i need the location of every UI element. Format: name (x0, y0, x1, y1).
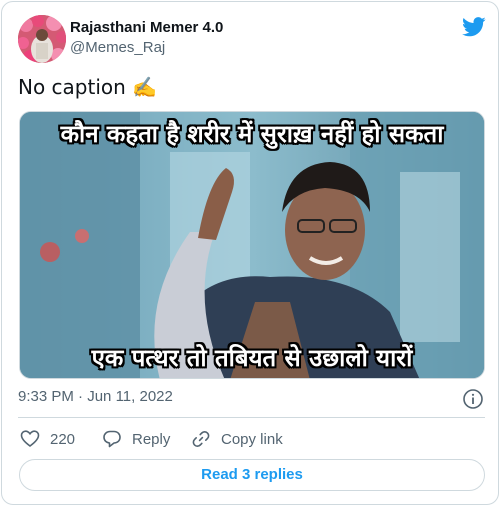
reply-bubble-icon (103, 430, 121, 448)
tweet-timestamp[interactable]: 9:33 PM · Jun 11, 2022 (18, 388, 173, 405)
like-button[interactable]: 220 (20, 428, 75, 450)
info-icon[interactable] (462, 388, 484, 410)
tweet-text: No caption ✍️ (18, 75, 158, 99)
meme-photo (20, 112, 484, 378)
reply-label: Reply (132, 430, 171, 448)
twitter-logo-icon[interactable] (462, 17, 486, 37)
tweet-card: Rajasthani Memer 4.0 @Memes_Raj No capti… (1, 1, 499, 505)
timestamp-separator: · (78, 388, 84, 405)
tweet-actions: 220 Reply Copy link (18, 428, 486, 450)
like-count: 220 (50, 430, 76, 448)
tweet-media-image[interactable]: कौन कहता है शरीर में सुराख़ नहीं हो सकता… (19, 111, 485, 379)
avatar-image (18, 15, 66, 63)
author-handle[interactable]: @Memes_Raj (70, 39, 165, 56)
reply-button[interactable]: Reply (102, 428, 170, 450)
tweet-date[interactable]: Jun 11, 2022 (87, 388, 173, 405)
meme-caption-top: कौन कहता है शरीर में सुराख़ नहीं हो सकता (60, 120, 444, 148)
heart-icon (20, 430, 40, 447)
meme-caption-bottom: एक पत्थर तो तबियत से उछालो यारों (91, 344, 413, 372)
author-display-name[interactable]: Rajasthani Memer 4.0 (70, 19, 223, 36)
avatar[interactable] (18, 15, 66, 63)
copy-link-button[interactable]: Copy link (191, 428, 283, 450)
tweet-time[interactable]: 9:33 PM (18, 388, 74, 405)
read-replies-button[interactable]: Read 3 replies (19, 459, 485, 491)
copy-link-label: Copy link (221, 430, 283, 448)
divider (18, 417, 485, 418)
link-icon (192, 431, 210, 447)
tweet-header: Rajasthani Memer 4.0 @Memes_Raj (18, 15, 486, 63)
